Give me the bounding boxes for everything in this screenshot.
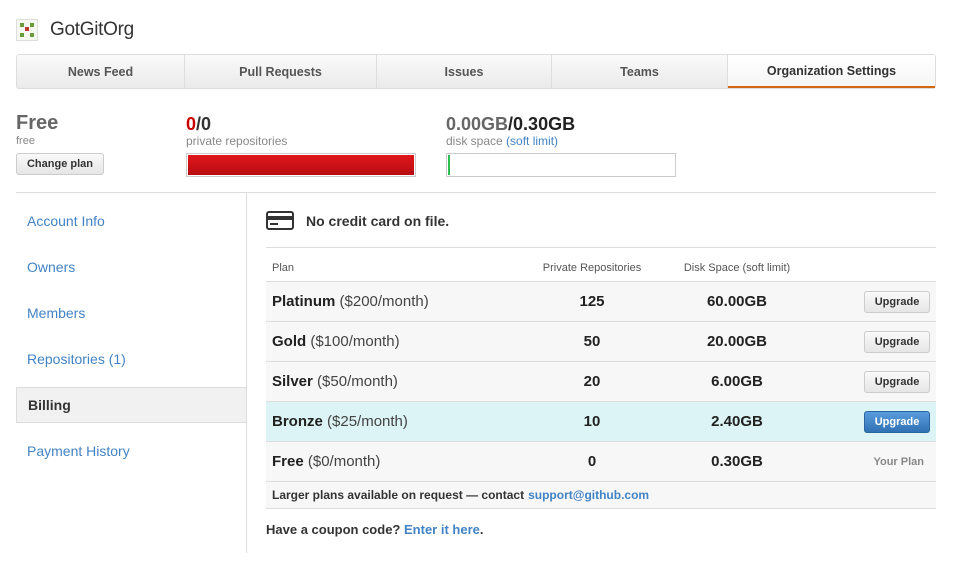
disk-used: 0.00GB [446,114,509,134]
plan-disk: 2.40GB [711,413,763,430]
plan-name: Gold [272,333,307,350]
plan-name-cell: Silver ($50/month) [266,373,536,390]
plan-repos: 50 [583,333,601,350]
plan-repos: 125 [579,293,605,310]
plan-repos: 10 [583,413,601,430]
divider [266,247,936,248]
plan-name-cell: Platinum ($200/month) [266,293,536,310]
plan-action-cell: Your Plan [827,456,930,468]
plan-price: ($50/month) [317,373,398,390]
org-avatar-icon[interactable] [16,19,38,41]
plan-row-free: Free ($0/month) 0 0.30GB Your Plan [266,442,936,482]
tab-issues[interactable]: Issues [377,55,552,88]
repo-usage-label: private repositories [186,134,288,148]
disk-usage-bar [446,153,676,177]
org-header: GotGitOrg [16,16,134,44]
upgrade-button[interactable]: Upgrade [864,410,930,433]
sidebar-item-members[interactable]: Members [16,295,246,331]
plan-row-silver: Silver ($50/month) 20 6.00GB Upgrade [266,362,936,402]
plan-disk: 60.00GB [706,293,768,310]
org-name[interactable]: GotGitOrg [50,19,134,41]
plan-name: Silver [272,373,313,390]
plan-action-cell: Upgrade [827,410,930,433]
org-tabs: News Feed Pull Requests Issues Teams Org… [16,54,936,89]
header-disk-space: Disk Space (soft limit) [683,262,791,274]
coupon-period: . [479,522,484,537]
repo-total: /0 [196,114,212,134]
change-plan-button[interactable]: Change plan [16,153,104,175]
plan-name-cell: Gold ($100/month) [266,333,536,350]
settings-sidebar: Account Info Owners Members Repositories… [16,193,247,553]
coupon-line: Have a coupon code? Enter it here. [266,522,483,537]
tab-news-feed[interactable]: News Feed [17,55,185,88]
current-plan-sub: free [16,135,35,147]
disk-label-text: disk space [446,134,503,148]
sidebar-item-billing[interactable]: Billing [16,387,246,423]
header-private-repositories: Private Repositories [542,262,642,274]
repo-used: 0 [186,114,197,134]
disk-usage: 0.00GB/0.30GB [446,114,575,135]
no-credit-card-notice: No credit card on file. [266,211,449,230]
plan-name-cell: Free ($0/month) [266,453,536,470]
plan-disk: 6.00GB [711,373,763,390]
plan-action-cell: Upgrade [827,370,930,393]
coupon-text: Have a coupon code? [266,522,401,537]
enter-coupon-link[interactable]: Enter it here [404,522,480,537]
plan-action-cell: Upgrade [827,330,930,353]
plans-table-header: Plan Private Repositories Disk Space (so… [266,255,936,282]
sidebar-item-owners[interactable]: Owners [16,249,246,285]
sidebar-item-payment-history[interactable]: Payment History [16,433,246,469]
repo-usage: 0/0 [186,114,211,135]
upgrade-button[interactable]: Upgrade [864,330,930,353]
sidebar-item-account-info[interactable]: Account Info [16,203,246,239]
disk-total: /0.30GB [508,114,576,134]
plan-summary: Free free Change plan 0/0 private reposi… [16,108,936,193]
tab-teams[interactable]: Teams [552,55,728,88]
plan-price: ($25/month) [327,413,408,430]
header-plan: Plan [272,262,295,274]
plan-repos: 20 [583,373,601,390]
plan-action-cell: Upgrade [827,290,930,313]
plan-price: ($0/month) [307,453,381,470]
sidebar-item-repositories[interactable]: Repositories (1) [16,341,246,377]
support-email-link[interactable]: support@github.com [528,488,649,502]
plan-name: Bronze [272,413,323,430]
upgrade-button[interactable]: Upgrade [864,290,930,313]
plan-disk: 20.00GB [706,333,768,350]
current-plan-name: Free [16,112,59,134]
plan-price: ($200/month) [339,293,429,310]
your-plan-label: Your Plan [873,455,924,468]
plan-name: Free [272,453,304,470]
tab-organization-settings[interactable]: Organization Settings [728,55,935,88]
repo-usage-bar [186,153,416,177]
plan-row-platinum: Platinum ($200/month) 125 60.00GB Upgrad… [266,282,936,322]
plan-disk: 0.30GB [711,453,763,470]
larger-plans-text: Larger plans available on request — cont… [272,488,525,502]
disk-usage-fill [448,155,450,175]
plan-row-gold: Gold ($100/month) 50 20.00GB Upgrade [266,322,936,362]
upgrade-button[interactable]: Upgrade [864,370,930,393]
plan-row-bronze: Bronze ($25/month) 10 2.40GB Upgrade [266,402,936,442]
no-credit-card-text: No credit card on file. [306,212,450,229]
soft-limit-link[interactable]: (soft limit) [506,134,558,148]
disk-usage-label: disk space (soft limit) [446,134,558,148]
plans-table: Plan Private Repositories Disk Space (so… [266,255,936,509]
tab-pull-requests[interactable]: Pull Requests [185,55,377,88]
credit-card-icon [266,211,294,230]
larger-plans-note: Larger plans available on request — cont… [266,482,936,509]
plan-name: Platinum [272,293,336,310]
plan-repos: 0 [587,453,597,470]
repo-usage-fill [188,155,414,175]
plan-name-cell: Bronze ($25/month) [266,413,536,430]
plan-price: ($100/month) [310,333,400,350]
